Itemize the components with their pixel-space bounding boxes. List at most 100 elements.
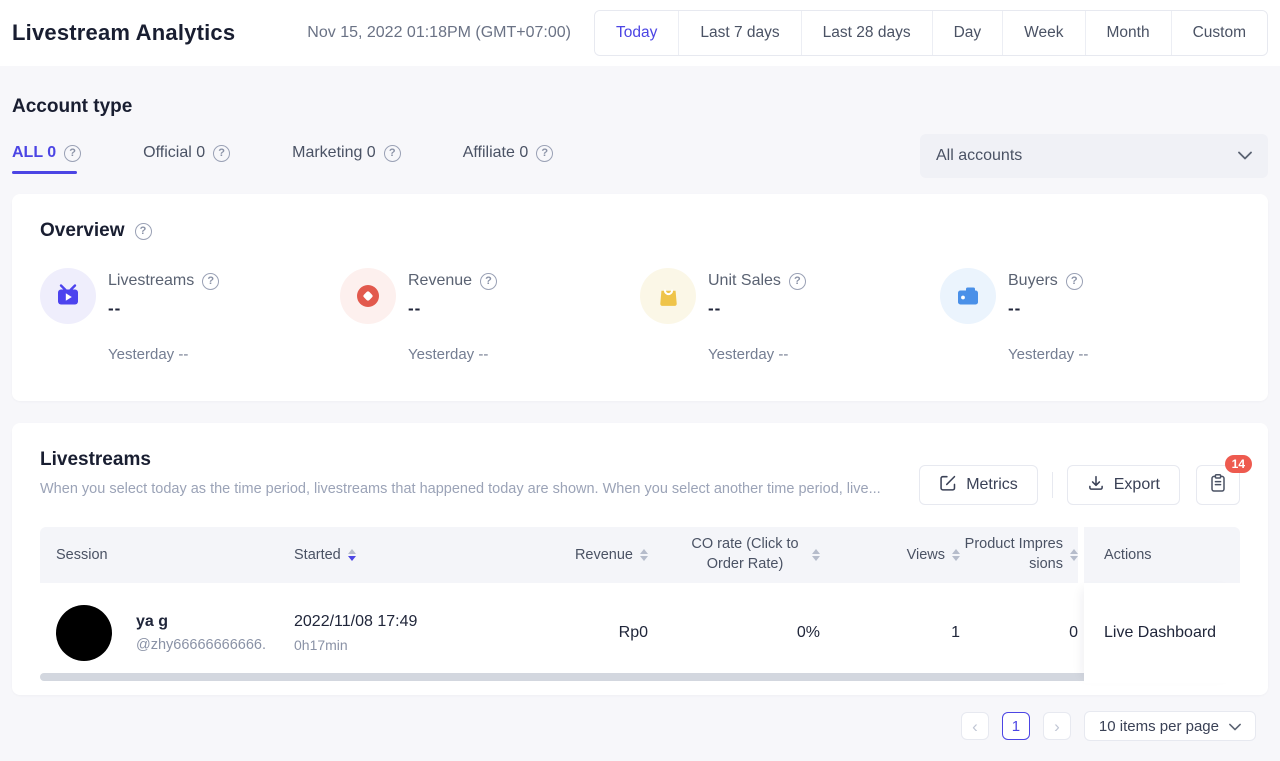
live-dashboard-link[interactable]: Live Dashboard xyxy=(1104,624,1216,642)
previous-page-button[interactable]: ‹ xyxy=(961,712,989,740)
column-header-actions: Actions xyxy=(1084,527,1240,583)
avatar[interactable] xyxy=(56,605,112,661)
session-name: ya g xyxy=(136,613,266,631)
question-icon[interactable]: ? xyxy=(213,145,230,162)
record-dot-icon xyxy=(340,268,396,324)
actions-cell: Live Dashboard xyxy=(1084,583,1240,683)
tab-official-label: Official 0 xyxy=(143,144,205,162)
items-per-page-value: 10 items per page xyxy=(1099,718,1219,735)
current-datetime: Nov 15, 2022 01:18PM (GMT+07:00) xyxy=(307,24,571,42)
top-header: Livestream Analytics Nov 15, 2022 01:18P… xyxy=(0,0,1280,66)
metric-yesterday: Yesterday -- xyxy=(408,346,640,363)
period-last-28-days-button[interactable]: Last 28 days xyxy=(801,11,932,55)
chevron-down-icon xyxy=(1229,718,1241,735)
button-divider xyxy=(1052,472,1053,498)
sort-icon[interactable] xyxy=(1070,549,1078,561)
tab-all-label: ALL 0 xyxy=(12,144,56,162)
metric-revenue: Revenue ? -- Yesterday -- xyxy=(340,268,640,363)
question-icon[interactable]: ? xyxy=(384,145,401,162)
metric-yesterday: Yesterday -- xyxy=(708,346,940,363)
metric-label: Buyers xyxy=(1008,272,1058,290)
next-page-button[interactable]: › xyxy=(1043,712,1071,740)
product-impressions-cell: 0 xyxy=(960,583,1078,683)
livestreams-card: Livestreams When you select today as the… xyxy=(12,423,1268,695)
export-button[interactable]: Export xyxy=(1067,465,1180,505)
tv-play-icon xyxy=(40,268,96,324)
overview-metrics: Livestreams ? -- Yesterday -- xyxy=(40,268,1240,363)
metric-value: -- xyxy=(1008,299,1083,319)
account-select[interactable]: All accounts xyxy=(920,134,1268,178)
sort-icon[interactable] xyxy=(348,549,356,561)
sort-icon[interactable] xyxy=(952,549,960,561)
column-header-started[interactable]: Started xyxy=(294,527,530,583)
period-custom-button[interactable]: Custom xyxy=(1171,11,1267,55)
page-title: Livestream Analytics xyxy=(12,20,235,46)
started-datetime: 2022/11/08 17:49 xyxy=(294,613,417,631)
account-type-tabs: ALL 0 ? Official 0 ? Marketing 0 ? Affil… xyxy=(12,134,1268,178)
livestreams-title: Livestreams xyxy=(40,449,881,471)
column-header-session: Session xyxy=(40,527,294,583)
metric-yesterday: Yesterday -- xyxy=(108,346,340,363)
metric-yesterday: Yesterday -- xyxy=(1008,346,1240,363)
tab-affiliate-label: Affiliate 0 xyxy=(463,144,529,162)
tab-affiliate[interactable]: Affiliate 0 ? xyxy=(463,134,554,178)
chevron-down-icon xyxy=(1238,147,1252,165)
table-header-row: Session Started Revenue CO rate (Click t… xyxy=(40,527,1240,583)
metric-label: Unit Sales xyxy=(708,272,781,290)
metric-label: Livestreams xyxy=(108,272,194,290)
chevron-right-icon: › xyxy=(1054,718,1060,735)
question-icon[interactable]: ? xyxy=(480,273,497,290)
column-header-product-impressions[interactable]: Product Impressions xyxy=(960,527,1078,583)
tab-marketing[interactable]: Marketing 0 ? xyxy=(292,134,401,178)
pagination: ‹ 1 › 10 items per page xyxy=(0,711,1256,741)
period-month-button[interactable]: Month xyxy=(1085,11,1171,55)
account-type-title: Account type xyxy=(12,96,1268,118)
question-icon[interactable]: ? xyxy=(1066,273,1083,290)
revenue-cell: Rp0 xyxy=(530,583,648,683)
tab-all[interactable]: ALL 0 ? xyxy=(12,134,81,178)
question-icon[interactable]: ? xyxy=(536,145,553,162)
download-icon xyxy=(1087,474,1105,497)
overview-title: Overview xyxy=(40,220,125,242)
column-header-co-rate[interactable]: CO rate (Click to Order Rate) xyxy=(648,527,820,583)
notification-badge: 14 xyxy=(1225,455,1252,473)
clipboard-button[interactable]: 14 xyxy=(1196,465,1240,505)
clipboard-icon xyxy=(1208,473,1228,498)
question-icon[interactable]: ? xyxy=(789,273,806,290)
column-header-revenue[interactable]: Revenue xyxy=(530,527,648,583)
question-icon[interactable]: ? xyxy=(202,273,219,290)
metric-value: -- xyxy=(708,299,806,319)
period-last-7-days-button[interactable]: Last 7 days xyxy=(678,11,800,55)
views-cell: 1 xyxy=(820,583,960,683)
time-period-group: Today Last 7 days Last 28 days Day Week … xyxy=(594,10,1268,56)
stream-duration: 0h17min xyxy=(294,637,417,653)
session-handle: @zhy66666666666... xyxy=(136,637,266,653)
metrics-button-label: Metrics xyxy=(966,476,1018,494)
question-icon[interactable]: ? xyxy=(64,145,81,162)
sort-icon[interactable] xyxy=(812,549,820,561)
items-per-page-select[interactable]: 10 items per page xyxy=(1084,711,1256,741)
period-day-button[interactable]: Day xyxy=(932,11,1003,55)
page-1-button[interactable]: 1 xyxy=(1002,712,1030,740)
chevron-left-icon: ‹ xyxy=(972,718,978,735)
metrics-button[interactable]: Metrics xyxy=(919,465,1038,505)
started-cell: 2022/11/08 17:49 0h17min xyxy=(294,583,530,683)
export-button-label: Export xyxy=(1114,476,1160,494)
overview-card: Overview ? Livestreams ? -- xyxy=(12,194,1268,401)
metric-value: -- xyxy=(408,299,497,319)
session-cell[interactable]: ya g @zhy66666666666... xyxy=(40,583,294,683)
table-row: ya g @zhy66666666666... 2022/11/08 17:49… xyxy=(40,583,1240,683)
edit-metrics-icon xyxy=(939,474,957,497)
period-today-button[interactable]: Today xyxy=(595,11,678,55)
column-header-views[interactable]: Views xyxy=(820,527,960,583)
period-week-button[interactable]: Week xyxy=(1002,11,1084,55)
livestreams-table: Session Started Revenue CO rate (Click t… xyxy=(40,527,1240,683)
metric-livestreams: Livestreams ? -- Yesterday -- xyxy=(40,268,340,363)
account-select-value: All accounts xyxy=(936,147,1022,165)
metric-value: -- xyxy=(108,299,219,319)
question-icon[interactable]: ? xyxy=(135,223,152,240)
account-type-section: Account type ALL 0 ? Official 0 ? Market… xyxy=(0,96,1280,178)
tab-official[interactable]: Official 0 ? xyxy=(143,134,230,178)
metric-buyers: Buyers ? -- Yesterday -- xyxy=(940,268,1240,363)
sort-icon[interactable] xyxy=(640,549,648,561)
